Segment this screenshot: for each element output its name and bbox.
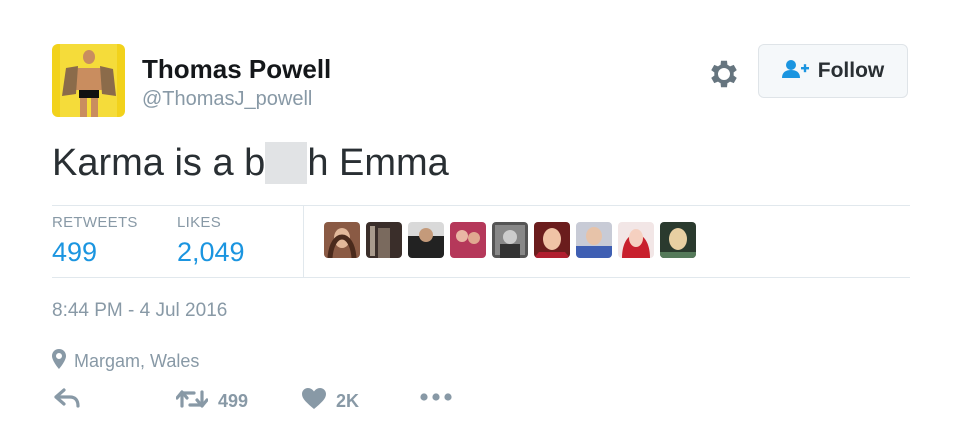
more-button[interactable] [420, 388, 452, 406]
tweet-text: Karma is a b h Emma [52, 142, 449, 185]
user-name[interactable]: Thomas Powell [142, 54, 331, 85]
like-count: 2K [336, 391, 360, 411]
retweets-value[interactable]: 499 [52, 237, 138, 268]
liker-avatar[interactable] [534, 222, 570, 258]
gear-icon[interactable] [706, 56, 742, 92]
likes-stat[interactable]: LIKES 2,049 [177, 214, 245, 268]
reply-button[interactable] [54, 388, 80, 413]
tweet-text-start: Karma is a b [52, 142, 266, 184]
retweets-stat[interactable]: RETWEETS 499 [52, 214, 138, 268]
liker-avatar[interactable] [408, 222, 444, 258]
tweet-text-end: h Emma [307, 142, 449, 184]
retweet-count: 499 [218, 391, 249, 411]
follow-button[interactable]: Follow [758, 44, 908, 98]
location-pin-icon [52, 349, 66, 374]
follow-label: Follow [817, 59, 885, 82]
liker-avatar[interactable] [492, 222, 528, 258]
liker-avatar[interactable] [576, 222, 612, 258]
tweet-timestamp[interactable]: 8:44 PM - 4 Jul 2016 [52, 300, 227, 322]
user-handle[interactable]: @ThomasJ_powell [142, 88, 312, 111]
location-text: Margam, Wales [74, 351, 200, 371]
liker-avatar[interactable] [660, 222, 696, 258]
profile-avatar[interactable] [52, 44, 125, 117]
tweet-location[interactable]: Margam, Wales [52, 349, 199, 374]
retweets-label: RETWEETS [52, 214, 138, 231]
liker-avatar[interactable] [450, 222, 486, 258]
likes-label: LIKES [177, 214, 222, 231]
retweet-button[interactable]: 499 [175, 388, 249, 415]
divider [52, 277, 910, 278]
heart-icon [302, 388, 326, 415]
reply-icon [54, 388, 80, 413]
stats-separator [303, 206, 304, 277]
censor-block [265, 142, 308, 184]
divider [52, 205, 910, 206]
liker-avatar[interactable] [366, 222, 402, 258]
more-icon [420, 388, 452, 406]
likes-value[interactable]: 2,049 [177, 237, 245, 268]
add-user-icon [781, 59, 810, 84]
liker-avatar[interactable] [324, 222, 360, 258]
like-button[interactable]: 2K [302, 388, 359, 415]
liker-avatar[interactable] [618, 222, 654, 258]
retweet-icon [175, 388, 209, 415]
liker-avatars [324, 222, 696, 258]
